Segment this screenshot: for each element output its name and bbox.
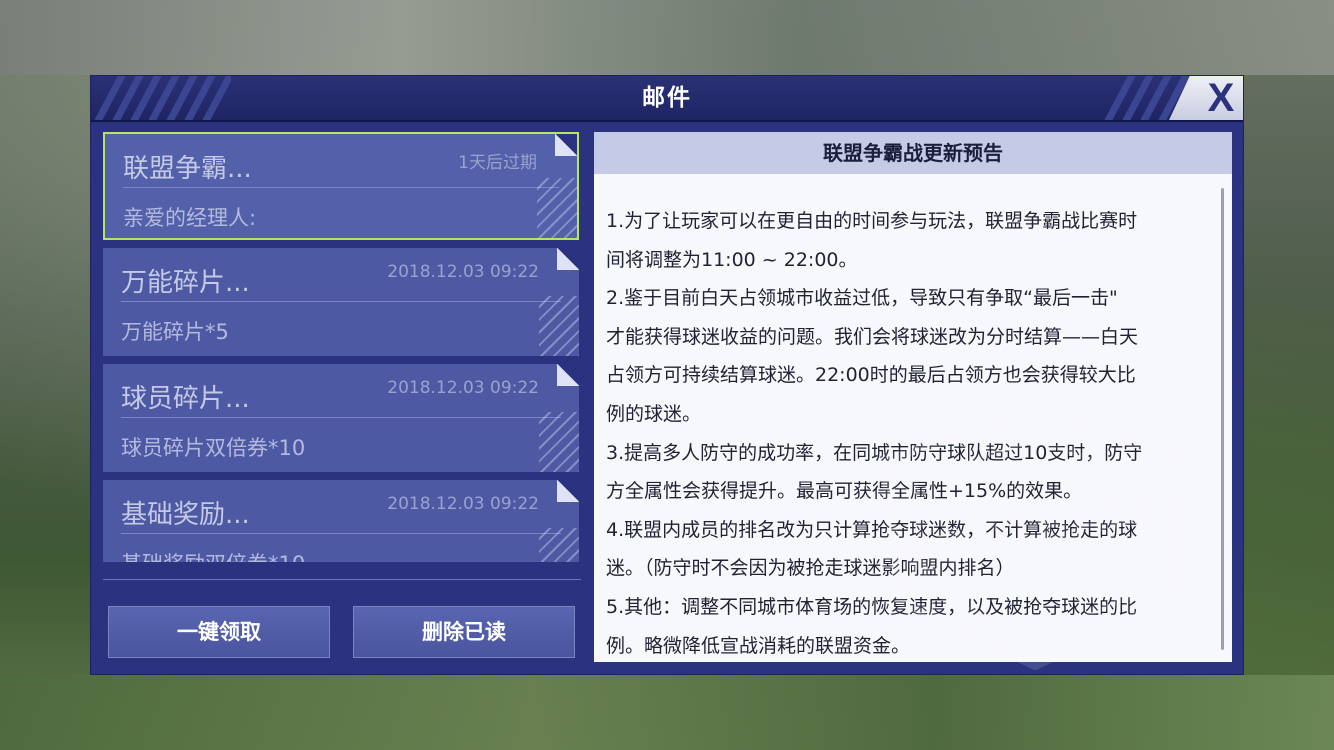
football-crest-watermark-icon: FOOTBALL <box>879 404 1191 670</box>
mail-preview: 万能碎片*5 <box>121 320 229 344</box>
mail-divider <box>121 417 561 418</box>
detail-title: 联盟争霸战更新预告 <box>823 141 1003 165</box>
corner-fold-icon <box>557 248 579 270</box>
corner-hatch-decoration <box>537 178 577 238</box>
detail-scrollbar[interactable] <box>1221 188 1224 650</box>
mail-preview: 球员碎片双倍券*10 <box>121 436 306 460</box>
corner-hatch-decoration <box>539 528 579 562</box>
corner-fold-icon <box>555 134 577 156</box>
claim-all-button[interactable]: 一键领取 <box>108 606 330 658</box>
watermark-text: FOOTBALL <box>900 479 1164 583</box>
mail-subject: 万能碎片... <box>121 268 250 298</box>
corner-fold-icon <box>557 364 579 386</box>
detail-line: 2.鉴于目前白天占领城市收益过低，导致只有争取“最后一击" <box>606 287 1118 310</box>
corner-fold-icon <box>557 480 579 502</box>
corner-hatch-decoration <box>539 412 579 472</box>
mail-item[interactable]: 基础奖励... 2018.12.03 09:22 基础奖励双倍券*10 <box>103 480 579 562</box>
background-blur-top <box>0 0 1334 75</box>
close-icon: X <box>1207 76 1235 120</box>
mail-item[interactable]: 球员碎片... 2018.12.03 09:22 球员碎片双倍券*10 <box>103 364 579 472</box>
mail-time: 1天后过期 <box>458 153 537 173</box>
mail-preview: 亲爱的经理人: <box>123 206 257 230</box>
mail-subject: 球员碎片... <box>121 384 250 414</box>
corner-hatch-decoration <box>539 296 579 356</box>
detail-line: 才能获得球迷收益的问题。我们会将球迷改为分时结算——白天 <box>606 325 1139 348</box>
detail-line: 间将调整为11:00 ~ 22:00。 <box>606 248 858 271</box>
detail-line: 1.为了让玩家可以在更自由的时间参与玩法，联盟争霸战比赛时 <box>606 210 1138 232</box>
mail-list[interactable]: 联盟争霸... 1天后过期 亲爱的经理人: 万能碎片... 2018.12.03… <box>103 132 581 562</box>
title-bar: 邮件 X <box>91 76 1243 122</box>
mail-time: 2018.12.03 09:22 <box>387 494 539 514</box>
mail-time: 2018.12.03 09:22 <box>387 378 539 398</box>
mail-preview: 基础奖励双倍券*10 <box>121 548 305 562</box>
mail-subject: 联盟争霸... <box>123 154 252 184</box>
detail-title-bar: 联盟争霸战更新预告 <box>594 132 1232 174</box>
mail-subject: 基础奖励... <box>121 500 250 530</box>
dialog-title: 邮件 <box>642 85 692 111</box>
delete-read-button[interactable]: 删除已读 <box>353 606 575 658</box>
mail-item[interactable]: 联盟争霸... 1天后过期 亲爱的经理人: <box>103 132 579 240</box>
mail-divider <box>121 301 561 302</box>
list-separator <box>103 579 581 580</box>
mail-item[interactable]: 万能碎片... 2018.12.03 09:22 万能碎片*5 <box>103 248 579 356</box>
mail-time: 2018.12.03 09:22 <box>387 262 539 282</box>
mail-divider <box>121 533 561 534</box>
mail-divider <box>123 187 559 188</box>
detail-line: 占领方可持续结算球迷。22:00时的最后占领方也会获得较大比 <box>606 364 1136 387</box>
background-blur-bottom <box>0 675 1334 750</box>
